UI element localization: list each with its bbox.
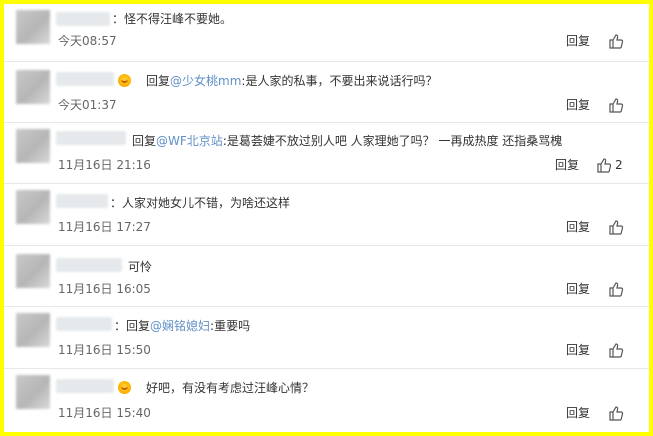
- mention-link[interactable]: @WF北京站: [156, 134, 223, 148]
- reply-prefix: 回复: [126, 319, 151, 333]
- comment-text: 可怜: [128, 260, 153, 274]
- comment-item: 好吧，有没有考虑过汪峰心情？ 11月16日 15:40 回复: [4, 369, 649, 432]
- comment-time: 11月16日 16:05: [58, 282, 151, 296]
- reply-body: :是葛荟婕不放过别人吧 人家理她了吗？ 一再成热度 还指桑骂槐: [222, 134, 563, 148]
- comment-item: ：回复@娴铭媳妇:重要吗 11月16日 15:50 回复: [4, 307, 649, 369]
- like-icon[interactable]: [608, 33, 624, 49]
- avatar[interactable]: [16, 313, 50, 347]
- avatar[interactable]: [16, 375, 50, 409]
- vip-badge-icon: [118, 74, 131, 87]
- comment-time: 11月16日 15:50: [58, 343, 151, 357]
- avatar[interactable]: [16, 10, 50, 44]
- username[interactable]: [56, 194, 108, 208]
- comment-time: 今天01:37: [58, 98, 117, 112]
- like-icon[interactable]: [608, 219, 624, 235]
- comment-time: 11月16日 15:40: [58, 406, 151, 420]
- reply-button[interactable]: 回复: [566, 219, 590, 235]
- username[interactable]: [56, 72, 114, 86]
- like-icon[interactable]: [596, 157, 612, 173]
- comment-item: 回复@少女桃mm:是人家的私事，不要出来说话行吗？ 今天01:37 回复: [4, 62, 649, 123]
- reply-button[interactable]: 回复: [566, 342, 590, 358]
- reply-button[interactable]: 回复: [566, 33, 590, 49]
- like-count: 2: [615, 158, 623, 172]
- comment-text: 回复@少女桃mm:是人家的私事，不要出来说话行吗？: [146, 73, 437, 89]
- comment-text: ：回复@娴铭媳妇:重要吗: [114, 319, 251, 333]
- avatar[interactable]: [16, 70, 50, 104]
- reply-button[interactable]: 回复: [555, 157, 579, 173]
- username[interactable]: [56, 317, 112, 331]
- comment-text: ：怪不得汪峰不要她。: [112, 12, 233, 26]
- username[interactable]: [56, 258, 122, 272]
- reply-prefix: 回复: [132, 134, 157, 148]
- username[interactable]: [56, 131, 126, 145]
- comment-text: 好吧，有没有考虑过汪峰心情？: [146, 381, 315, 395]
- comment-time: 11月16日 21:16: [58, 158, 151, 172]
- reply-button[interactable]: 回复: [566, 97, 590, 113]
- username[interactable]: [56, 379, 114, 393]
- comment-item: ：怪不得汪峰不要她。 今天08:57 回复: [4, 4, 649, 62]
- reply-body: :是人家的私事，不要出来说话行吗？: [241, 74, 438, 88]
- like-icon[interactable]: [608, 281, 624, 297]
- mention-link[interactable]: @少女桃mm: [170, 74, 241, 88]
- avatar[interactable]: [16, 129, 50, 163]
- comment-text: 回复@WF北京站:是葛荟婕不放过别人吧 人家理她了吗？ 一再成热度 还指桑骂槐: [132, 133, 562, 149]
- comment-item: 回复@WF北京站:是葛荟婕不放过别人吧 人家理她了吗？ 一再成热度 还指桑骂槐 …: [4, 123, 649, 184]
- like-icon[interactable]: [608, 97, 624, 113]
- comment-time: 11月16日 17:27: [58, 220, 151, 234]
- comment-text: ：人家对她女儿不错，为啥还这样: [110, 196, 291, 210]
- comment-list: ：怪不得汪峰不要她。 今天08:57 回复 回复@少女桃mm:是人家的私事，不要…: [4, 4, 649, 432]
- comment-item: 可怜 11月16日 16:05 回复: [4, 246, 649, 307]
- comment-item: ：人家对她女儿不错，为啥还这样 11月16日 17:27 回复: [4, 184, 649, 246]
- reply-button[interactable]: 回复: [566, 405, 590, 421]
- reply-button[interactable]: 回复: [566, 281, 590, 297]
- like-icon[interactable]: [608, 405, 624, 421]
- like-icon[interactable]: [608, 342, 624, 358]
- username[interactable]: [56, 12, 110, 26]
- mention-link[interactable]: @娴铭媳妇: [150, 319, 210, 333]
- avatar[interactable]: [16, 254, 50, 288]
- reply-prefix: 回复: [146, 74, 171, 88]
- reply-body: :重要吗: [210, 319, 251, 333]
- comment-time: 今天08:57: [58, 34, 117, 48]
- avatar[interactable]: [16, 190, 50, 224]
- vip-badge-icon: [118, 381, 131, 394]
